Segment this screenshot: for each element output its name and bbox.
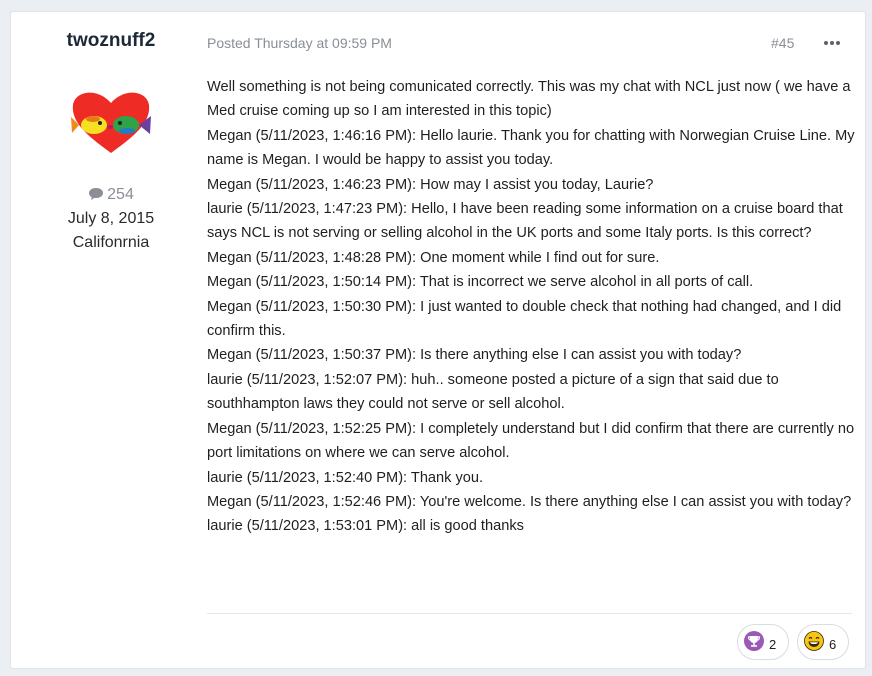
post-line: Megan (5/11/2023, 1:50:37 PM): Is there … [207,347,742,364]
ellipsis-icon [824,41,828,45]
author-username[interactable]: twoznuff2 [11,30,211,52]
post-count: 254 [11,186,211,204]
more-options-button[interactable] [821,33,843,53]
post-line: laurie (5/11/2023, 1:53:01 PM): all is g… [207,518,524,535]
laughing-face-icon [804,631,824,651]
post-line: laurie (5/11/2023, 1:52:07 PM): huh.. so… [207,371,779,413]
post-line: Megan (5/11/2023, 1:46:23 PM): How may I… [207,176,654,193]
post-line: Megan (5/11/2023, 1:52:25 PM): I complet… [207,420,855,462]
post-date-link[interactable]: Posted Thursday at 09:59 PM [207,35,392,51]
comment-icon [89,188,104,200]
author-location: Califonrnia [72,234,150,251]
heart-with-kissing-fish-avatar[interactable] [69,87,153,155]
post-line: laurie (5/11/2023, 1:47:23 PM): Hello, I… [207,201,843,242]
post-line: Megan (5/11/2023, 1:48:28 PM): One momen… [207,249,660,266]
post-line: Megan (5/11/2023, 1:50:14 PM): That is i… [207,274,754,291]
post-line: Megan (5/11/2023, 1:46:16 PM): Hello lau… [207,127,855,169]
reaction-trophy-button[interactable]: 2 [737,624,789,660]
post-content: Well something is not being comunicated … [207,75,857,539]
post-count-value: 254 [107,186,134,203]
post-line: Megan (5/11/2023, 1:50:30 PM): I just wa… [207,298,842,340]
post-line: laurie (5/11/2023, 1:52:40 PM): Thank yo… [207,469,484,486]
reaction-trophy-count: 2 [769,637,777,652]
joined-date: July 8, 2015 [67,210,155,227]
content-divider [207,613,852,614]
forum-post: twoznuff2 254 July 8, 2015 Califonrnia P… [10,11,866,669]
post-line: Well something is not being comunicated … [207,79,851,120]
reaction-laugh-count: 6 [829,637,837,652]
ellipsis-icon [830,41,834,45]
trophy-icon [744,631,764,651]
post-number-link[interactable]: #45 [771,35,794,51]
post-line: Megan (5/11/2023, 1:52:46 PM): You're we… [207,493,852,510]
ellipsis-icon [836,41,840,45]
reaction-laugh-button[interactable]: 6 [797,624,849,660]
